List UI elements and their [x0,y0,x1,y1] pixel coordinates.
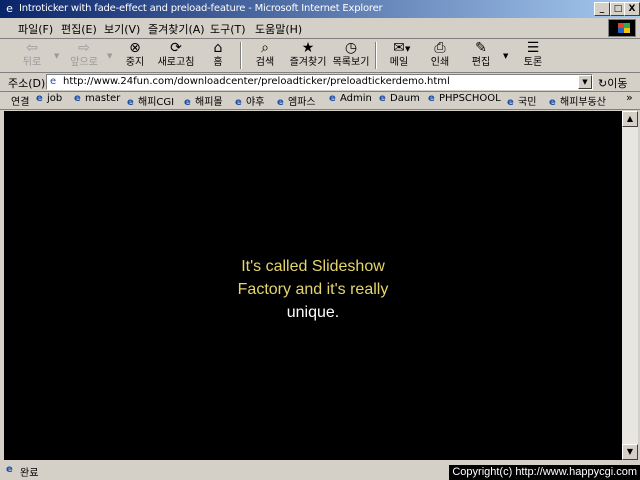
refresh-button[interactable]: ⟳ 새로고침 [155,40,197,71]
forward-arrow-icon: ⇨ [78,40,90,56]
ie-link-icon: e [549,97,556,108]
forward-dropdown-icon[interactable]: ▼ [107,52,112,60]
back-arrow-icon: ⇦ [26,40,38,56]
link-item-daum[interactable]: e Daum [379,93,420,104]
title-bar: e Introticker with fade-effect and prelo… [0,0,640,18]
back-button[interactable]: ⇦ 뒤로 [14,40,50,71]
link-item-happy-realestate[interactable]: e 해피부동산 [549,93,606,108]
menu-tools[interactable]: 도구(T) [210,21,246,37]
ie-link-icon: e [277,97,284,108]
ie-link-icon: e [379,93,386,104]
toolbar-separator [240,42,242,69]
message-line-2: Factory and it's really [237,281,389,298]
status-text: 완료 [20,468,39,479]
discuss-button[interactable]: ☰ 토론 [518,40,548,71]
address-bar: 주소(D) e http://www.24fun.com/downloadcen… [0,73,640,92]
menu-help[interactable]: 도움말(H) [255,21,302,37]
menu-file[interactable]: 파일(F) [18,21,53,37]
address-label: 주소(D) [8,77,46,90]
search-button[interactable]: ⌕ 검색 [249,40,281,71]
stop-icon: ⊗ [129,40,141,56]
history-button[interactable]: ◷ 목록보기 [331,40,371,71]
go-button[interactable]: ↻이동 [598,75,627,91]
address-input[interactable]: e http://www.24fun.com/downloadcenter/pr… [46,74,593,90]
link-item-kookmin[interactable]: e 국민 [507,93,536,108]
back-dropdown-icon[interactable]: ▼ [54,52,59,60]
search-icon: ⌕ [261,40,269,56]
address-dropdown-icon[interactable]: ▼ [578,75,592,89]
link-item-empas[interactable]: e 엠파스 [277,93,316,108]
close-button[interactable]: X [624,2,640,16]
link-item-happycgi[interactable]: e 해피CGI [127,93,174,108]
favorites-button[interactable]: ★ 즐겨찾기 [286,40,330,71]
ie-link-icon: e [127,97,134,108]
ie-link-icon: e [74,93,81,104]
ie-link-icon: e [507,97,514,108]
forward-button[interactable]: ⇨ 앞으로 [64,40,104,71]
stop-button[interactable]: ⊗ 중지 [119,40,151,71]
scroll-up-arrow-icon[interactable]: ▲ [622,111,638,127]
print-icon: ⎙ [434,40,446,56]
menu-edit[interactable]: 편집(E) [61,21,97,37]
edit-dropdown-icon[interactable]: ▼ [503,52,508,60]
ie-link-icon: e [36,93,43,104]
minimize-button[interactable]: _ [594,2,610,16]
favorites-icon: ★ [301,40,315,56]
ie-icon[interactable]: e [3,2,16,15]
refresh-icon: ⟳ [170,40,182,56]
edit-button[interactable]: ✎ 편집 [466,40,496,71]
edit-icon: ✎ [475,40,487,56]
ie-link-icon: e [235,97,242,108]
ie-link-icon: e [329,93,336,104]
link-item-phpschool[interactable]: e PHPSCHOOL [428,93,501,104]
go-arrow-icon: ↻ [598,77,608,90]
scroll-down-arrow-icon[interactable]: ▼ [622,444,638,460]
menu-bar: 파일(F) 편집(E) 보기(V) 즐겨찾기(A) 도구(T) 도움말(H) [0,18,640,39]
copyright-watermark: Copyright(c) http://www.happycgi.com [449,465,640,480]
windows-logo-icon [608,19,636,37]
ie-link-icon: e [428,93,435,104]
links-bar: 연결 e job e master e 해피CGI e 해피몰 e 야후 e 엠파스 e Ad… [0,91,640,110]
link-item-job[interactable]: e job [36,93,62,104]
menu-view[interactable]: 보기(V) [104,21,140,37]
page-done-icon: e [6,464,13,475]
address-url[interactable]: http://www.24fun.com/downloadcenter/prel… [63,76,450,87]
link-item-master[interactable]: e master [74,93,120,104]
go-label: 이동 [607,77,628,90]
message-line-1: It's called Slideshow [241,258,385,275]
history-icon: ◷ [344,40,358,56]
discuss-icon: ☰ [526,40,540,56]
window-title: Introticker with fade-effect and preload… [19,3,383,14]
link-item-yahoo[interactable]: e 야후 [235,93,264,108]
links-more-chevron-icon[interactable]: » [626,91,633,104]
link-item-happymall[interactable]: e 해피몰 [184,93,223,108]
home-icon: ⌂ [213,40,223,56]
vertical-scrollbar[interactable]: ▲ ▼ [622,111,638,460]
links-label: 연결 [11,97,30,108]
message-line-3: unique. [286,304,340,321]
link-item-admin[interactable]: e Admin [329,93,372,104]
page-icon: e [50,76,57,87]
print-button[interactable]: ⎙ 인쇄 [425,40,455,71]
home-button[interactable]: ⌂ 홈 [203,40,233,71]
slideshow-message: It's called Slideshow Factory and it's r… [4,255,622,324]
ie-link-icon: e [184,97,191,108]
toolbar: ⇦ 뒤로 ▼ ⇨ 앞으로 ▼ ⊗ 중지 ⟳ 새로고침 ⌂ 홈 ⌕ 검색 ★ 즐겨… [0,39,640,73]
mail-dropdown-icon[interactable]: ▼ [405,45,410,53]
toolbar-separator [375,42,377,69]
menu-favorites[interactable]: 즐겨찾기(A) [148,21,205,37]
page-content: It's called Slideshow Factory and it's r… [4,111,622,460]
